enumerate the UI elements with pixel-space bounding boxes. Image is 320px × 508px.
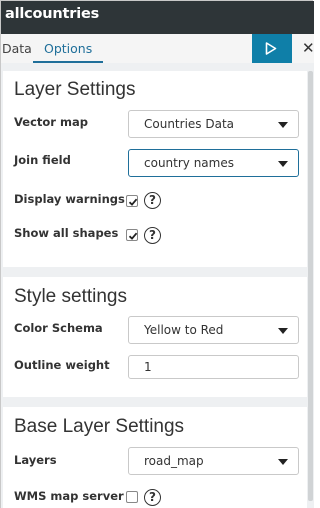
close-icon[interactable]: ✕ (302, 39, 315, 57)
outline-weight-value: 1 (144, 360, 152, 374)
layers-select[interactable]: road_map (128, 447, 299, 475)
apply-button[interactable] (252, 34, 292, 63)
scrollbar-thumb[interactable] (308, 71, 313, 501)
wms-map-server-label: WMS map server (14, 489, 124, 503)
help-icon[interactable]: ? (144, 192, 161, 209)
base-layer-settings-panel: Base Layer Settings Layers road_map WMS … (3, 407, 307, 508)
caret-down-icon (278, 122, 288, 128)
display-warnings-label: Display warnings (14, 192, 125, 206)
outline-weight-label: Outline weight (14, 358, 110, 372)
tab-data[interactable]: Data (2, 41, 32, 56)
scrollbar[interactable] (307, 63, 314, 508)
title-bar: allcountries (1, 1, 314, 34)
color-schema-value: Yellow to Red (144, 323, 224, 337)
checkmark-icon (128, 232, 138, 240)
color-schema-label: Color Schema (14, 321, 103, 335)
show-all-shapes-label: Show all shapes (14, 226, 119, 240)
caret-down-icon (278, 459, 288, 465)
join-field-select[interactable]: country names (128, 149, 299, 177)
vector-map-value: Countries Data (144, 117, 235, 131)
base-layer-settings-title: Base Layer Settings (14, 416, 185, 437)
caret-down-icon (278, 328, 288, 334)
layers-label: Layers (14, 453, 57, 467)
color-schema-select[interactable]: Yellow to Red (128, 316, 299, 344)
outline-weight-input[interactable]: 1 (128, 355, 299, 379)
tab-options[interactable]: Options (44, 41, 92, 56)
join-field-value: country names (144, 156, 234, 170)
help-icon[interactable]: ? (144, 227, 161, 244)
visualization-title: allcountries (5, 6, 100, 22)
layer-settings-panel: Layer Settings Vector map Countries Data… (3, 71, 307, 267)
vector-map-label: Vector map (14, 115, 88, 129)
caret-down-icon (278, 161, 288, 167)
show-all-shapes-checkbox[interactable] (126, 229, 138, 241)
join-field-label: Join field (14, 153, 71, 167)
checkmark-icon (128, 198, 138, 206)
display-warnings-checkbox[interactable] (126, 195, 138, 207)
style-settings-panel: Style settings Color Schema Yellow to Re… (3, 277, 307, 397)
layer-settings-title: Layer Settings (14, 79, 136, 100)
style-settings-title: Style settings (14, 286, 127, 307)
play-icon (265, 42, 277, 55)
wms-map-server-checkbox[interactable] (126, 491, 138, 503)
help-icon[interactable]: ? (144, 489, 161, 506)
layers-value: road_map (144, 454, 204, 468)
vector-map-select[interactable]: Countries Data (128, 110, 299, 138)
